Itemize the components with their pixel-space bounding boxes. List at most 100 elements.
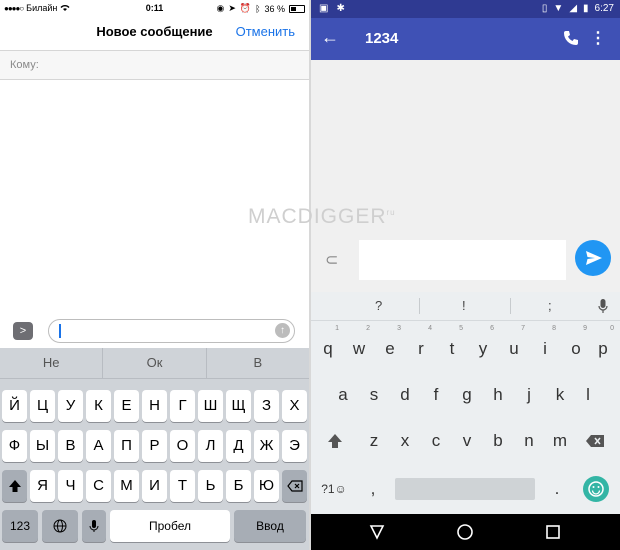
key[interactable]: Б (226, 470, 251, 502)
back-arrow-icon[interactable]: ← (321, 27, 339, 48)
suggestion[interactable]: ? (375, 298, 382, 313)
key[interactable]: Г (170, 390, 195, 422)
key[interactable]: h (484, 378, 512, 412)
key[interactable]: Й (2, 390, 27, 422)
key[interactable]: Е (114, 390, 139, 422)
nav-recents-icon[interactable] (543, 522, 563, 542)
shift-icon (328, 434, 342, 448)
key[interactable]: v (453, 424, 481, 458)
suggestion[interactable]: Не (0, 348, 104, 378)
cancel-button[interactable]: Отменить (236, 24, 295, 39)
send-arrow-icon[interactable]: ↑ (275, 323, 290, 338)
recipient-field[interactable]: Кому: (0, 50, 309, 80)
key[interactable]: В (58, 430, 83, 462)
key[interactable]: l (574, 378, 602, 412)
key[interactable]: f (422, 378, 450, 412)
key[interactable]: Э (282, 430, 307, 462)
key[interactable]: 6y (469, 325, 497, 366)
key[interactable]: З (254, 390, 279, 422)
key[interactable]: 9o (562, 325, 590, 366)
key[interactable]: Ь (198, 470, 223, 502)
suggestion[interactable]: ; (548, 298, 552, 313)
key[interactable]: Н (142, 390, 167, 422)
key[interactable]: 1q (314, 325, 342, 366)
key[interactable]: Р (142, 430, 167, 462)
key[interactable]: 3e (376, 325, 404, 366)
key-digit: 7 (521, 325, 525, 332)
key[interactable]: n (515, 424, 543, 458)
shift-key[interactable] (321, 424, 349, 458)
enter-key[interactable]: Ввод (234, 510, 306, 542)
watermark-suffix: ru (386, 208, 396, 217)
key[interactable]: О (170, 430, 195, 462)
key[interactable]: d (391, 378, 419, 412)
key[interactable]: 7u (500, 325, 528, 366)
key[interactable]: Я (30, 470, 55, 502)
space-key[interactable]: Пробел (110, 510, 230, 542)
send-button[interactable] (575, 240, 611, 276)
more-vert-icon[interactable]: ⋮ (590, 28, 606, 48)
key[interactable]: Ш (198, 390, 223, 422)
key[interactable]: 8i (531, 325, 559, 366)
key[interactable]: Л (198, 430, 223, 462)
globe-key[interactable] (42, 510, 78, 542)
key[interactable]: s (360, 378, 388, 412)
nav-home-icon[interactable] (455, 522, 475, 542)
key[interactable]: z (360, 424, 388, 458)
key[interactable]: Ж (254, 430, 279, 462)
key[interactable]: 2w (345, 325, 373, 366)
key[interactable]: m (546, 424, 574, 458)
key[interactable]: a (329, 378, 357, 412)
key[interactable]: c (422, 424, 450, 458)
key[interactable]: Х (282, 390, 307, 422)
message-input[interactable]: ↑ (48, 319, 295, 343)
backspace-key[interactable] (282, 470, 307, 502)
symbols-key[interactable]: ?1☺ (317, 472, 351, 506)
expand-apps-button[interactable]: > (13, 322, 33, 340)
numbers-key[interactable]: 123 (2, 510, 38, 542)
key[interactable]: 5t (438, 325, 466, 366)
key[interactable]: Ы (30, 430, 55, 462)
backspace-key[interactable] (581, 424, 609, 458)
key[interactable]: g (453, 378, 481, 412)
key[interactable]: b (484, 424, 512, 458)
key[interactable]: У (58, 390, 83, 422)
suggestion[interactable]: Ок (103, 348, 207, 378)
message-input[interactable] (359, 240, 566, 280)
key[interactable]: Ч (58, 470, 83, 502)
period-key[interactable]: . (543, 472, 571, 506)
key[interactable]: М (114, 470, 139, 502)
key[interactable]: Щ (226, 390, 251, 422)
suggestion[interactable]: В (207, 348, 309, 378)
key[interactable]: 0p (589, 325, 617, 366)
emoji-key[interactable] (583, 476, 609, 502)
key[interactable]: x (391, 424, 419, 458)
key[interactable]: П (114, 430, 139, 462)
suggestion[interactable]: ! (462, 298, 466, 313)
key-label: o (571, 339, 581, 358)
key-label: y (478, 339, 488, 358)
nav-back-icon[interactable] (367, 522, 387, 542)
key[interactable]: Т (170, 470, 195, 502)
key[interactable]: К (86, 390, 111, 422)
paperclip-icon[interactable]: ⊂ (325, 250, 338, 270)
comma-key[interactable]: , (359, 472, 387, 506)
ios-compose-bar: > ↑ (0, 316, 309, 348)
key[interactable]: j (515, 378, 543, 412)
text-caret (59, 324, 61, 338)
key[interactable]: 4r (407, 325, 435, 366)
key[interactable]: Д (226, 430, 251, 462)
shift-key[interactable] (2, 470, 27, 502)
phone-icon[interactable] (562, 29, 580, 47)
key[interactable]: И (142, 470, 167, 502)
dictation-key[interactable] (82, 510, 106, 542)
key[interactable]: Ф (2, 430, 27, 462)
mic-icon[interactable] (598, 298, 608, 314)
key[interactable]: Ц (30, 390, 55, 422)
space-key[interactable] (395, 478, 535, 500)
key[interactable]: С (86, 470, 111, 502)
key[interactable]: А (86, 430, 111, 462)
key[interactable]: Ю (254, 470, 279, 502)
key[interactable]: k (546, 378, 574, 412)
android-keyboard: ? ! ; 1q 2w 3e 4r 5t 6y 7u 8i 9o 0p a s … (311, 292, 620, 514)
